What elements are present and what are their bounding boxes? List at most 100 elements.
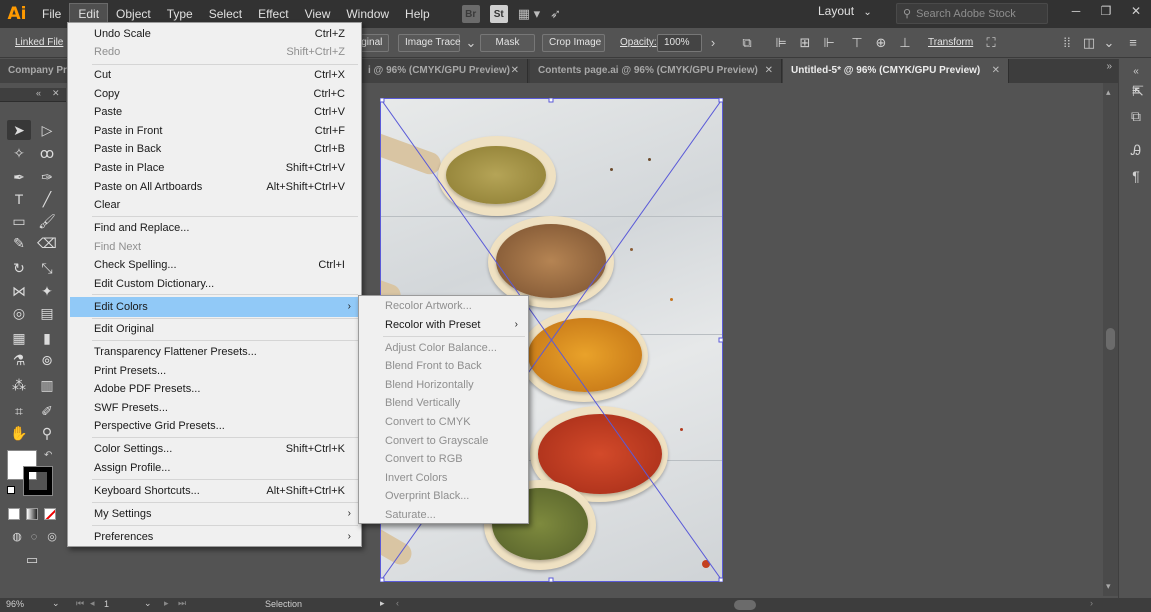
- stock-button[interactable]: St: [489, 5, 508, 23]
- tab-untitled-5[interactable]: Untitled-5* @ 96% (CMYK/GPU Preview) ✕: [783, 59, 1009, 83]
- shape-builder-tool-icon[interactable]: ◎: [7, 303, 31, 323]
- graph-tool-icon[interactable]: ▥: [35, 375, 59, 395]
- last-artboard-icon[interactable]: ⏭: [178, 598, 186, 609]
- lasso-tool-icon[interactable]: ꝏ: [35, 143, 59, 163]
- tab-overflow-icon[interactable]: »: [1106, 61, 1112, 72]
- vertical-scroll-thumb[interactable]: [1106, 328, 1115, 350]
- close-icon[interactable]: ✕: [992, 59, 1000, 83]
- chevron-down-icon[interactable]: ⌄: [52, 598, 60, 609]
- artboard-tool-icon[interactable]: ⌗: [7, 401, 31, 421]
- gradient-tool-icon[interactable]: ▮: [35, 328, 59, 348]
- menu-item-swf-presets[interactable]: SWF Presets...: [70, 399, 359, 417]
- gpu-performance-icon[interactable]: ➶: [550, 6, 561, 22]
- close-icon[interactable]: ✕: [52, 88, 60, 99]
- menu-item-edit-colors[interactable]: Edit Colors ›: [70, 297, 359, 317]
- vertical-scrollbar[interactable]: ▴ ▾: [1103, 83, 1118, 596]
- transform-link[interactable]: Transform: [928, 37, 973, 48]
- screen-mode-icon[interactable]: ▭: [20, 550, 44, 570]
- align-right-icon[interactable]: ⊩: [820, 34, 838, 52]
- character-styles-icon[interactable]: Ꭿ: [1127, 141, 1145, 159]
- minimize-icon[interactable]: ─: [1061, 0, 1091, 28]
- menu-item-edit-original[interactable]: Edit Original: [70, 320, 359, 338]
- menu-item-undo-scale[interactable]: Undo Scale Ctrl+Z: [70, 25, 359, 43]
- links-icon[interactable]: ⧉: [1127, 107, 1145, 125]
- scroll-up-icon[interactable]: ▴: [1106, 87, 1111, 98]
- close-icon[interactable]: ✕: [1121, 0, 1151, 28]
- menu-item-cut[interactable]: Cut Ctrl+X: [70, 66, 359, 84]
- first-artboard-icon[interactable]: ⏮: [76, 598, 84, 609]
- submenu-item-convert-to-rgb[interactable]: Convert to RGB: [361, 450, 526, 468]
- mask-button[interactable]: Mask: [480, 34, 535, 52]
- menu-item-paste-in-place[interactable]: Paste in Place Shift+Ctrl+V: [70, 159, 359, 177]
- submenu-item-adjust-color-balance[interactable]: Adjust Color Balance...: [361, 339, 526, 357]
- symbol-sprayer-tool-icon[interactable]: ⁂: [7, 375, 31, 395]
- align-center-icon[interactable]: ⊞: [796, 34, 814, 52]
- opacity-input[interactable]: 100%: [657, 34, 702, 52]
- menu-item-redo[interactable]: Redo Shift+Ctrl+Z: [70, 43, 359, 61]
- restore-icon[interactable]: ❐: [1091, 0, 1121, 28]
- shaper-tool-icon[interactable]: ✎: [7, 233, 31, 253]
- menu-item-adobe-pdf-presets[interactable]: Adobe PDF Presets...: [70, 380, 359, 398]
- perspective-grid-tool-icon[interactable]: ▦: [7, 328, 31, 348]
- submenu-item-convert-to-grayscale[interactable]: Convert to Grayscale: [361, 432, 526, 450]
- menu-help[interactable]: Help: [397, 0, 438, 28]
- chevron-down-icon[interactable]: ⌄: [144, 598, 152, 609]
- scroll-down-icon[interactable]: ▾: [1106, 581, 1111, 592]
- menu-item-find-and-replace[interactable]: Find and Replace...: [70, 219, 359, 237]
- next-artboard-icon[interactable]: ▸: [164, 598, 169, 609]
- submenu-item-convert-to-cmyk[interactable]: Convert to CMYK: [361, 413, 526, 431]
- panel-menu-icon[interactable]: ≡: [1124, 34, 1142, 52]
- illustrator-logo[interactable]: Ai: [0, 0, 34, 28]
- chevron-down-icon[interactable]: ⌄: [462, 34, 480, 52]
- horizontal-scroll-thumb[interactable]: [734, 600, 756, 610]
- submenu-item-blend-front-to-back[interactable]: Blend Front to Back: [361, 357, 526, 375]
- paintbrush-tool-icon[interactable]: 🖌: [35, 211, 59, 231]
- links-panel-icon[interactable]: ⇱: [1129, 82, 1147, 100]
- submenu-item-overprint-black[interactable]: Overprint Black...: [361, 487, 526, 505]
- image-trace-button[interactable]: Image Trace: [398, 34, 461, 52]
- expand-panels-icon[interactable]: «: [1127, 63, 1145, 81]
- status-menu-icon[interactable]: ▸: [380, 598, 385, 609]
- submenu-item-blend-vertically[interactable]: Blend Vertically: [361, 394, 526, 412]
- none-mode-icon[interactable]: [44, 508, 56, 520]
- chevron-down-icon[interactable]: ⌄: [1100, 34, 1118, 52]
- hand-tool-icon[interactable]: ✋: [7, 423, 31, 443]
- recolor-artwork-icon[interactable]: ⧉: [738, 34, 756, 52]
- swap-fill-stroke-icon[interactable]: ↶: [44, 450, 52, 461]
- close-icon[interactable]: ✕: [511, 59, 519, 83]
- puppet-warp-tool-icon[interactable]: ✦: [35, 281, 59, 301]
- menu-item-paste-in-front[interactable]: Paste in Front Ctrl+F: [70, 122, 359, 140]
- submenu-item-invert-colors[interactable]: Invert Colors: [361, 469, 526, 487]
- opacity-label[interactable]: Opacity:: [620, 37, 657, 48]
- default-colors-icon[interactable]: [7, 486, 15, 494]
- tools-panel-header[interactable]: « ✕: [0, 88, 66, 102]
- align-bottom-icon[interactable]: ⊥: [896, 34, 914, 52]
- artboard-number[interactable]: 1: [104, 599, 109, 609]
- bridge-button[interactable]: Br: [461, 5, 480, 23]
- tab-contents-page[interactable]: Contents page.ai @ 96% (CMYK/GPU Preview…: [530, 59, 782, 83]
- curvature-tool-icon[interactable]: ✑: [35, 167, 59, 187]
- transparency-icon[interactable]: ◫: [1080, 34, 1098, 52]
- rotate-tool-icon[interactable]: ↻: [7, 258, 31, 278]
- crop-image-button[interactable]: Crop Image: [542, 34, 605, 52]
- color-mode-icon[interactable]: [8, 508, 20, 520]
- menu-item-clear[interactable]: Clear: [70, 196, 359, 214]
- scroll-right-icon[interactable]: ›: [1090, 598, 1093, 608]
- menu-file[interactable]: File: [34, 0, 69, 28]
- menu-item-perspective-grid-presets[interactable]: Perspective Grid Presets...: [70, 417, 359, 435]
- menu-item-paste[interactable]: Paste Ctrl+V: [70, 103, 359, 121]
- rectangle-tool-icon[interactable]: ▭: [7, 211, 31, 231]
- previous-artboard-icon[interactable]: ◂: [90, 598, 95, 609]
- menu-item-assign-profile[interactable]: Assign Profile...: [70, 459, 359, 477]
- tab-document-2[interactable]: i @ 96% (CMYK/GPU Preview) ✕: [360, 59, 528, 83]
- menu-item-find-next[interactable]: Find Next: [70, 238, 359, 256]
- line-tool-icon[interactable]: ╱: [35, 189, 59, 209]
- zoom-level[interactable]: 96%: [6, 599, 24, 609]
- arrange-icon[interactable]: ⁞⁞: [1058, 34, 1076, 52]
- align-middle-icon[interactable]: ⊕: [872, 34, 890, 52]
- stock-search-box[interactable]: ⚲ Search Adobe Stock: [896, 3, 1048, 24]
- stroke-swatch[interactable]: [23, 466, 53, 496]
- direct-selection-tool-icon[interactable]: ▷: [35, 120, 59, 140]
- type-tool-icon[interactable]: T: [7, 189, 31, 209]
- collapse-icon[interactable]: «: [36, 88, 41, 98]
